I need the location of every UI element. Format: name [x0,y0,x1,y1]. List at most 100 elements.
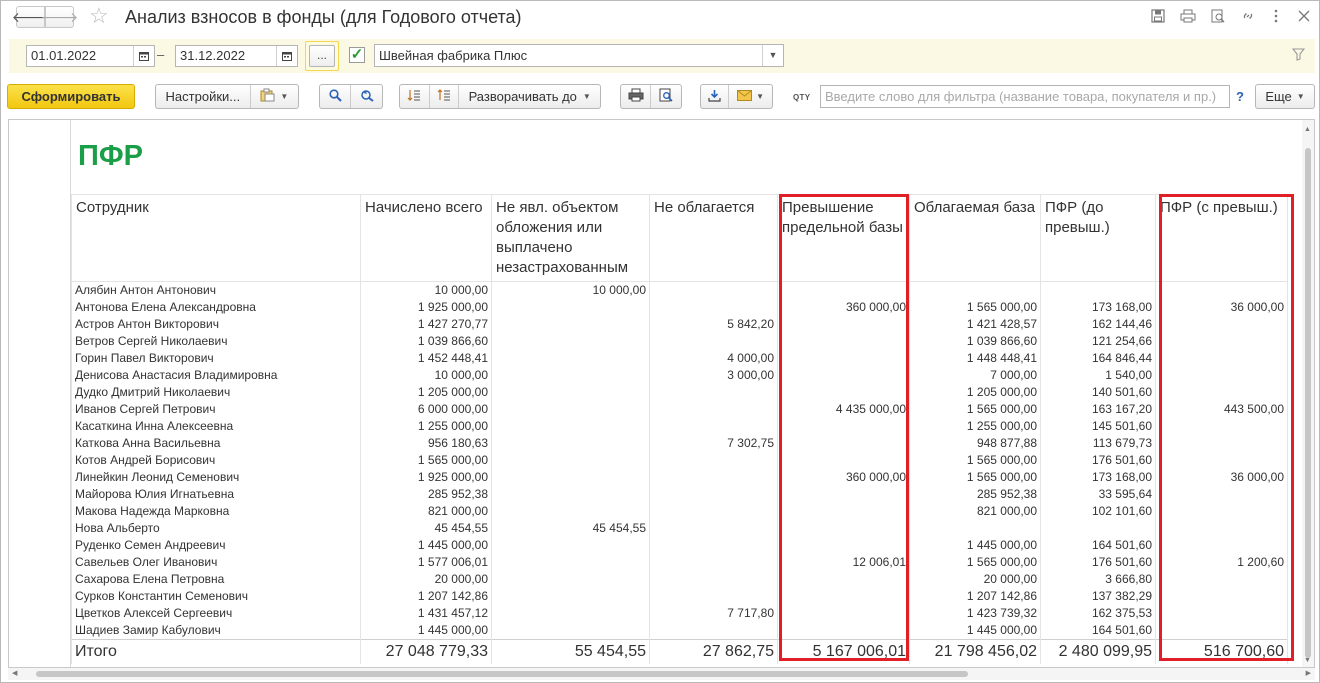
amount-cell[interactable] [649,503,778,520]
amount-cell[interactable]: 1 565 000,00 [909,401,1041,418]
amount-cell[interactable] [1040,520,1156,537]
employee-name-cell[interactable]: Каткова Анна Васильевна [71,435,361,452]
amount-cell[interactable] [777,418,910,435]
total-row[interactable]: Итого 27 048 779,33 55 454,55 27 862,75 5 16… [71,639,1288,664]
amount-cell[interactable]: 1 540,00 [1040,367,1156,384]
amount-cell[interactable]: 140 501,60 [1040,384,1156,401]
amount-cell[interactable]: 7 717,80 [649,605,778,622]
amount-cell[interactable] [777,435,910,452]
employee-name-cell[interactable]: Шадиев Замир Кабулович [71,622,361,640]
amount-cell[interactable] [1155,537,1288,554]
amount-cell[interactable]: 12 006,01 [777,554,910,571]
vertical-scrollbar[interactable]: ▲ ▼ [1302,120,1314,667]
amount-cell[interactable] [1155,316,1288,333]
amount-cell[interactable] [1155,350,1288,367]
amount-cell[interactable] [491,367,650,384]
table-row[interactable]: Нова Альберто 45 454,55 45 454,55 [71,520,1288,537]
amount-cell[interactable]: 173 168,00 [1040,469,1156,486]
table-row[interactable]: Иванов Сергей Петрович 6 000 000,00 4 435 … [71,401,1288,418]
amount-cell[interactable] [491,588,650,605]
table-row[interactable]: Ветров Сергей Николаевич 1 039 866,60 1 03… [71,333,1288,350]
amount-cell[interactable]: 10 000,00 [360,281,492,299]
amount-cell[interactable] [649,418,778,435]
more-icon[interactable] [1267,7,1285,25]
amount-cell[interactable] [777,605,910,622]
table-row[interactable]: Астров Антон Викторович 1 427 270,77 5 842… [71,316,1288,333]
total-amount-cell[interactable]: 5 167 006,01 [777,639,910,664]
employee-name-cell[interactable]: Иванов Сергей Петрович [71,401,361,418]
scroll-right-icon[interactable]: ▶ [1306,669,1311,677]
amount-cell[interactable] [491,418,650,435]
employee-name-cell[interactable]: Дудко Дмитрий Николаевич [71,384,361,401]
amount-cell[interactable]: 1 431 457,12 [360,605,492,622]
amount-cell[interactable] [777,571,910,588]
amount-cell[interactable] [1155,605,1288,622]
scroll-left-icon[interactable]: ◀ [12,669,17,677]
amount-cell[interactable]: 1 445 000,00 [360,537,492,554]
search-input[interactable]: Введите слово для фильтра (название това… [820,85,1230,108]
column-header[interactable]: Превышение предельной базы [777,194,910,282]
amount-cell[interactable] [491,469,650,486]
amount-cell[interactable] [491,622,650,640]
amount-cell[interactable]: 1 565 000,00 [360,452,492,469]
column-header[interactable]: Сотрудник [71,194,361,282]
employee-name-cell[interactable]: Нова Альберто [71,520,361,537]
amount-cell[interactable]: 36 000,00 [1155,469,1288,486]
help-button[interactable]: ? [1236,89,1244,104]
find-next-button[interactable] [351,85,382,108]
amount-cell[interactable]: 113 679,73 [1040,435,1156,452]
amount-cell[interactable]: 443 500,00 [1155,401,1288,418]
amount-cell[interactable]: 1 925 000,00 [360,299,492,316]
amount-cell[interactable] [491,571,650,588]
amount-cell[interactable] [777,588,910,605]
save-to-file-button[interactable] [701,85,730,108]
amount-cell[interactable] [491,435,650,452]
amount-cell[interactable] [491,486,650,503]
collapse-button[interactable] [400,85,430,108]
variants-button[interactable]: ▼ [251,85,298,108]
amount-cell[interactable] [777,486,910,503]
calendar-icon[interactable] [276,46,297,66]
amount-cell[interactable]: 285 952,38 [360,486,492,503]
amount-cell[interactable] [649,554,778,571]
employee-name-cell[interactable]: Касаткина Инна Алексеевна [71,418,361,435]
amount-cell[interactable]: 7 000,00 [909,367,1041,384]
amount-cell[interactable]: 1 565 000,00 [909,452,1041,469]
print-icon[interactable] [1179,7,1197,25]
amount-cell[interactable] [649,588,778,605]
horizontal-scroll-thumb[interactable] [36,671,968,677]
amount-cell[interactable] [777,333,910,350]
amount-cell[interactable] [491,554,650,571]
amount-cell[interactable] [909,520,1041,537]
amount-cell[interactable] [491,316,650,333]
amount-cell[interactable] [1155,622,1288,640]
amount-cell[interactable]: 360 000,00 [777,299,910,316]
amount-cell[interactable]: 20 000,00 [909,571,1041,588]
amount-cell[interactable]: 137 382,29 [1040,588,1156,605]
amount-cell[interactable] [491,401,650,418]
expand-to-dropdown[interactable]: Разворачивать до ▼ [459,85,600,108]
amount-cell[interactable]: 1 448 448,41 [909,350,1041,367]
amount-cell[interactable] [491,537,650,554]
amount-cell[interactable] [1155,435,1288,452]
amount-cell[interactable]: 45 454,55 [360,520,492,537]
table-row[interactable]: Горин Павел Викторович 1 452 448,41 4 000,… [71,350,1288,367]
amount-cell[interactable]: 164 501,60 [1040,537,1156,554]
amount-cell[interactable] [777,384,910,401]
amount-cell[interactable]: 162 144,46 [1040,316,1156,333]
amount-cell[interactable] [1040,281,1156,299]
amount-cell[interactable]: 1 445 000,00 [909,622,1041,640]
employee-name-cell[interactable]: Котов Андрей Борисович [71,452,361,469]
amount-cell[interactable]: 956 180,63 [360,435,492,452]
amount-cell[interactable] [491,384,650,401]
column-header[interactable]: ПФР (до превыш.) [1040,194,1156,282]
date-to-field[interactable]: 31.12.2022 [175,45,298,67]
scroll-up-icon[interactable]: ▲ [1304,126,1311,133]
amount-cell[interactable] [649,299,778,316]
column-header[interactable]: Не явл. объектом обложения или выплачено… [491,194,650,282]
amount-cell[interactable] [649,333,778,350]
table-row[interactable]: Дудко Дмитрий Николаевич 1 205 000,00 1 20… [71,384,1288,401]
amount-cell[interactable] [777,452,910,469]
amount-cell[interactable]: 360 000,00 [777,469,910,486]
amount-cell[interactable]: 176 501,60 [1040,452,1156,469]
